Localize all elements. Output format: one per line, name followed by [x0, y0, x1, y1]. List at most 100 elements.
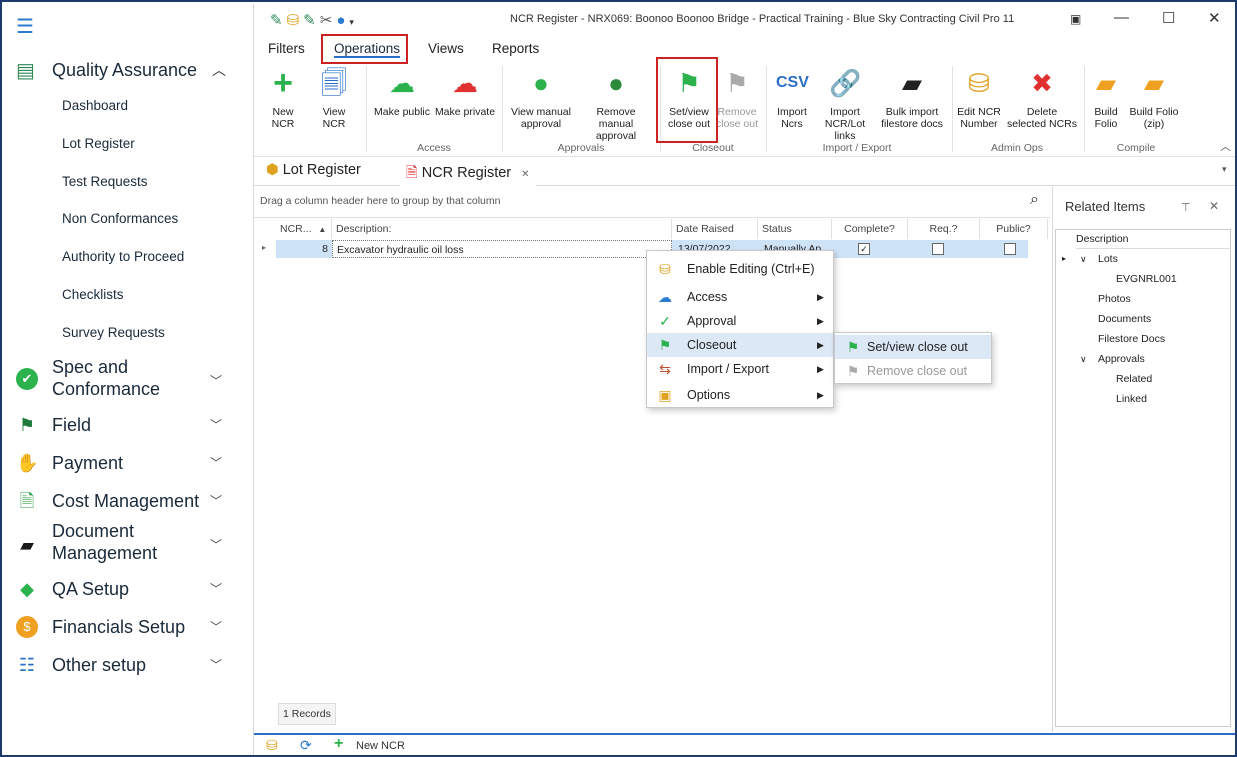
- close-button[interactable]: ✕: [1208, 9, 1221, 27]
- menu-item-enable-editing[interactable]: ⛁ Enable Editing (Ctrl+E): [647, 255, 833, 283]
- menu-item-import-export[interactable]: ⇆ Import / Export ▶: [647, 357, 833, 381]
- submenu-arrow-icon: ▶: [817, 316, 824, 326]
- user-icon[interactable]: ●: [336, 12, 349, 29]
- tree-node-approvals[interactable]: Approvals: [1098, 350, 1145, 368]
- chevron-down-icon: ﹀: [210, 374, 223, 388]
- sidebar-group-cost-management[interactable]: 🗎 Cost Management ﹀: [4, 484, 254, 522]
- tree-node-linked[interactable]: Linked: [1116, 390, 1147, 408]
- view-manual-approval-button[interactable]: ● View manual approval: [508, 66, 574, 130]
- sidebar-item-test-requests[interactable]: Test Requests: [62, 174, 148, 189]
- collapse-ribbon-icon[interactable]: ︿: [1220, 138, 1231, 154]
- submenu-item-remove-close-out[interactable]: ⚑ Remove close out: [835, 359, 991, 383]
- tab-dropdown-icon[interactable]: ▾: [1222, 164, 1227, 175]
- column-header-description[interactable]: Description:: [332, 219, 672, 239]
- sidebar-group-other-setup[interactable]: ☷ Other setup ﹀: [4, 648, 254, 686]
- menu-item-access[interactable]: ☁ Access ▶: [647, 285, 833, 309]
- tree-node-filestore-docs[interactable]: Filestore Docs: [1098, 330, 1165, 348]
- checkbox-req[interactable]: [932, 243, 944, 255]
- status-new-ncr-link[interactable]: New NCR: [356, 740, 405, 752]
- tools-icon[interactable]: ✂: [320, 12, 337, 29]
- hamburger-menu-icon[interactable]: ☰: [16, 17, 38, 37]
- row-expand-icon[interactable]: ▸: [262, 243, 266, 252]
- delete-selected-ncrs-button[interactable]: ✖ Delete selected NCRs: [1006, 66, 1078, 130]
- tree-node-lot-item[interactable]: EVGNRL001: [1116, 270, 1177, 288]
- user-edit-icon[interactable]: ✎: [303, 12, 320, 29]
- search-icon[interactable]: ⌕: [1030, 191, 1039, 209]
- remove-close-out-button[interactable]: ⚑ Remove close out: [714, 66, 760, 130]
- view-ncr-button[interactable]: 🗐 View NCR: [310, 66, 358, 130]
- maximize-button[interactable]: ☐: [1162, 9, 1175, 27]
- pin-icon[interactable]: ⊤: [1181, 201, 1191, 214]
- tree-expand-icon[interactable]: ▸: [1062, 250, 1066, 268]
- group-label-import-export: Import / Export: [822, 142, 892, 154]
- column-header-public[interactable]: Public?: [980, 219, 1048, 239]
- sidebar-group-payment[interactable]: ✋ Payment ﹀: [4, 446, 254, 484]
- checkered-flag-remove-icon: ⚑: [725, 68, 749, 98]
- folder-import-icon: ▰: [902, 68, 922, 98]
- cell-description: Excavator hydraulic oil loss: [332, 240, 672, 258]
- bulk-import-filestore-docs-button[interactable]: ▰ Bulk import filestore docs: [880, 66, 944, 130]
- edit-icon[interactable]: ✎: [270, 12, 287, 29]
- sidebar-group-financials-setup[interactable]: $ Financials Setup ﹀: [4, 610, 254, 648]
- db-edit-icon: ⛁: [968, 68, 990, 98]
- menu-item-closeout[interactable]: ⚑ Closeout ▶: [647, 333, 833, 357]
- cell-ncr-number: 8: [322, 243, 328, 255]
- db-icon[interactable]: ⛁: [287, 12, 304, 29]
- sidebar-item-non-conformances[interactable]: Non Conformances: [62, 211, 178, 226]
- sidebar-section-quality-assurance[interactable]: ▤ Quality Assurance ︿: [4, 52, 254, 92]
- sidebar-item-dashboard[interactable]: Dashboard: [62, 98, 128, 113]
- sidebar-group-spec-and-conformance[interactable]: ✔ Spec and Conformance ﹀: [4, 356, 254, 400]
- tab-reports[interactable]: Reports: [492, 41, 539, 56]
- chevron-down-icon[interactable]: ∨: [1080, 350, 1087, 368]
- tree-node-documents[interactable]: Documents: [1098, 310, 1151, 328]
- tree-node-lots[interactable]: Lots: [1098, 250, 1118, 268]
- import-ncrs-button[interactable]: CSV Import Ncrs: [770, 66, 814, 130]
- close-tab-icon[interactable]: ✕: [521, 169, 529, 180]
- group-panel-hint: Drag a column header here to group by th…: [260, 195, 501, 207]
- import-ncr-lot-links-button[interactable]: 🔗 Import NCR/Lot links: [814, 66, 876, 142]
- sidebar-group-label-line1: Spec and: [52, 357, 129, 377]
- sidebar-item-lot-register[interactable]: Lot Register: [62, 136, 135, 151]
- tab-filters[interactable]: Filters: [268, 41, 305, 56]
- sidebar-item-authority-to-proceed[interactable]: Authority to Proceed: [62, 249, 184, 264]
- submenu-arrow-icon: ▶: [817, 340, 824, 350]
- make-public-button[interactable]: ☁ Make public: [372, 66, 432, 118]
- tree-node-related[interactable]: Related: [1116, 370, 1152, 388]
- build-folio-button[interactable]: ▰ Build Folio: [1090, 66, 1122, 130]
- new-ncr-button[interactable]: + New NCR: [260, 66, 306, 130]
- minimize-button[interactable]: —: [1114, 9, 1129, 26]
- edit-ncr-number-button[interactable]: ⛁ Edit NCR Number: [956, 66, 1002, 130]
- menu-item-approval[interactable]: ✓ Approval ▶: [647, 309, 833, 333]
- column-header-complete[interactable]: Complete?: [832, 219, 908, 239]
- close-panel-icon[interactable]: ✕: [1209, 199, 1219, 213]
- tab-ncr-register[interactable]: 🗎 NCR Register ✕: [400, 162, 536, 187]
- sidebar-group-document-management[interactable]: ▰ Document Management ﹀: [4, 520, 254, 566]
- dropdown-icon[interactable]: ▾: [349, 17, 358, 27]
- checkbox-public[interactable]: [1004, 243, 1016, 255]
- refresh-icon[interactable]: ⟳: [300, 737, 312, 754]
- restore-ribbon-icon[interactable]: ▣: [1070, 12, 1081, 26]
- chevron-down-icon[interactable]: ∨: [1080, 250, 1087, 268]
- tree-node-photos[interactable]: Photos: [1098, 290, 1131, 308]
- column-header-ncr[interactable]: NCR... ▲: [276, 219, 332, 239]
- make-private-button[interactable]: ☁ Make private: [434, 66, 496, 118]
- tab-views[interactable]: Views: [428, 41, 464, 56]
- quick-access-toolbar: ✎⛁✎✂●▾: [270, 11, 358, 29]
- ribbon: + New NCR 🗐 View NCR ☁ Make public ☁ Mak…: [254, 62, 1235, 157]
- db-edit-icon[interactable]: ⛁: [266, 737, 278, 754]
- checkbox-complete[interactable]: ✓: [858, 243, 870, 255]
- column-header-date-raised[interactable]: Date Raised: [672, 219, 758, 239]
- remove-manual-approval-button[interactable]: ● Remove manual approval: [578, 66, 654, 142]
- build-folio-zip-button[interactable]: ▰ Build Folio (zip): [1126, 66, 1182, 130]
- view-document-icon: 🗐: [321, 68, 347, 98]
- plus-icon[interactable]: +: [334, 735, 343, 753]
- sidebar-item-survey-requests[interactable]: Survey Requests: [62, 325, 165, 340]
- column-header-status[interactable]: Status: [758, 219, 832, 239]
- sidebar-group-field[interactable]: ⚑ Field ﹀: [4, 408, 254, 446]
- tab-lot-register[interactable]: ⬢ Lot Register: [266, 162, 361, 178]
- sidebar-group-qa-setup[interactable]: ◆ QA Setup ﹀: [4, 572, 254, 610]
- menu-item-options[interactable]: ▣ Options ▶: [647, 383, 833, 407]
- column-header-req[interactable]: Req.?: [908, 219, 980, 239]
- submenu-item-set-view-close-out[interactable]: ⚑ Set/view close out: [835, 335, 991, 359]
- sidebar-item-checklists[interactable]: Checklists: [62, 287, 124, 302]
